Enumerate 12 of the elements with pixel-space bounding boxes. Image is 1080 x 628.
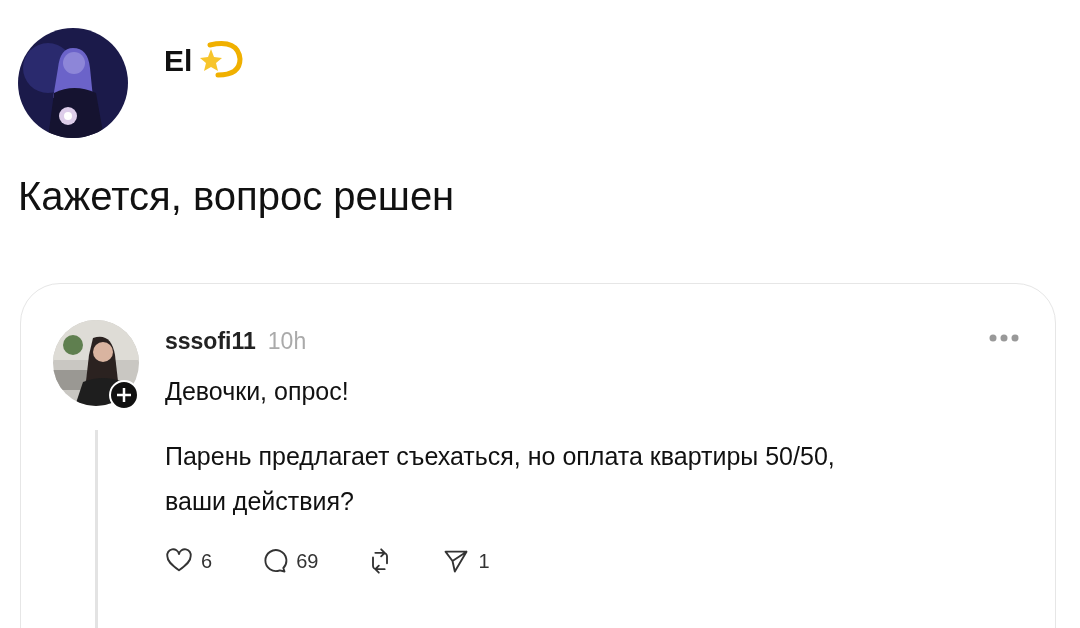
post-time: 10h <box>267 327 307 356</box>
action-count: 6 <box>201 549 213 574</box>
username[interactable]: sssofi11 <box>165 324 256 359</box>
post-text: Кажется, вопрос решен <box>17 173 456 220</box>
post-body: Парень предлагает съехаться, но оплата квартиры 50/50, ваши действия? <box>165 441 836 517</box>
follow-plus-icon[interactable] <box>109 380 139 410</box>
action-count: 1 <box>478 549 490 574</box>
author-name[interactable]: El <box>164 38 193 83</box>
more-options-icon[interactable] <box>989 334 1019 342</box>
quoted-post-card[interactable]: sssofi11 10h Девочки, опрос! Парень предлагает съехаться, но оплата квартиры 50/50, ваши действия? 6 69 1 <box>20 283 1056 628</box>
post-title: Девочки, опрос! <box>165 375 350 407</box>
action-count: 69 <box>296 549 319 574</box>
